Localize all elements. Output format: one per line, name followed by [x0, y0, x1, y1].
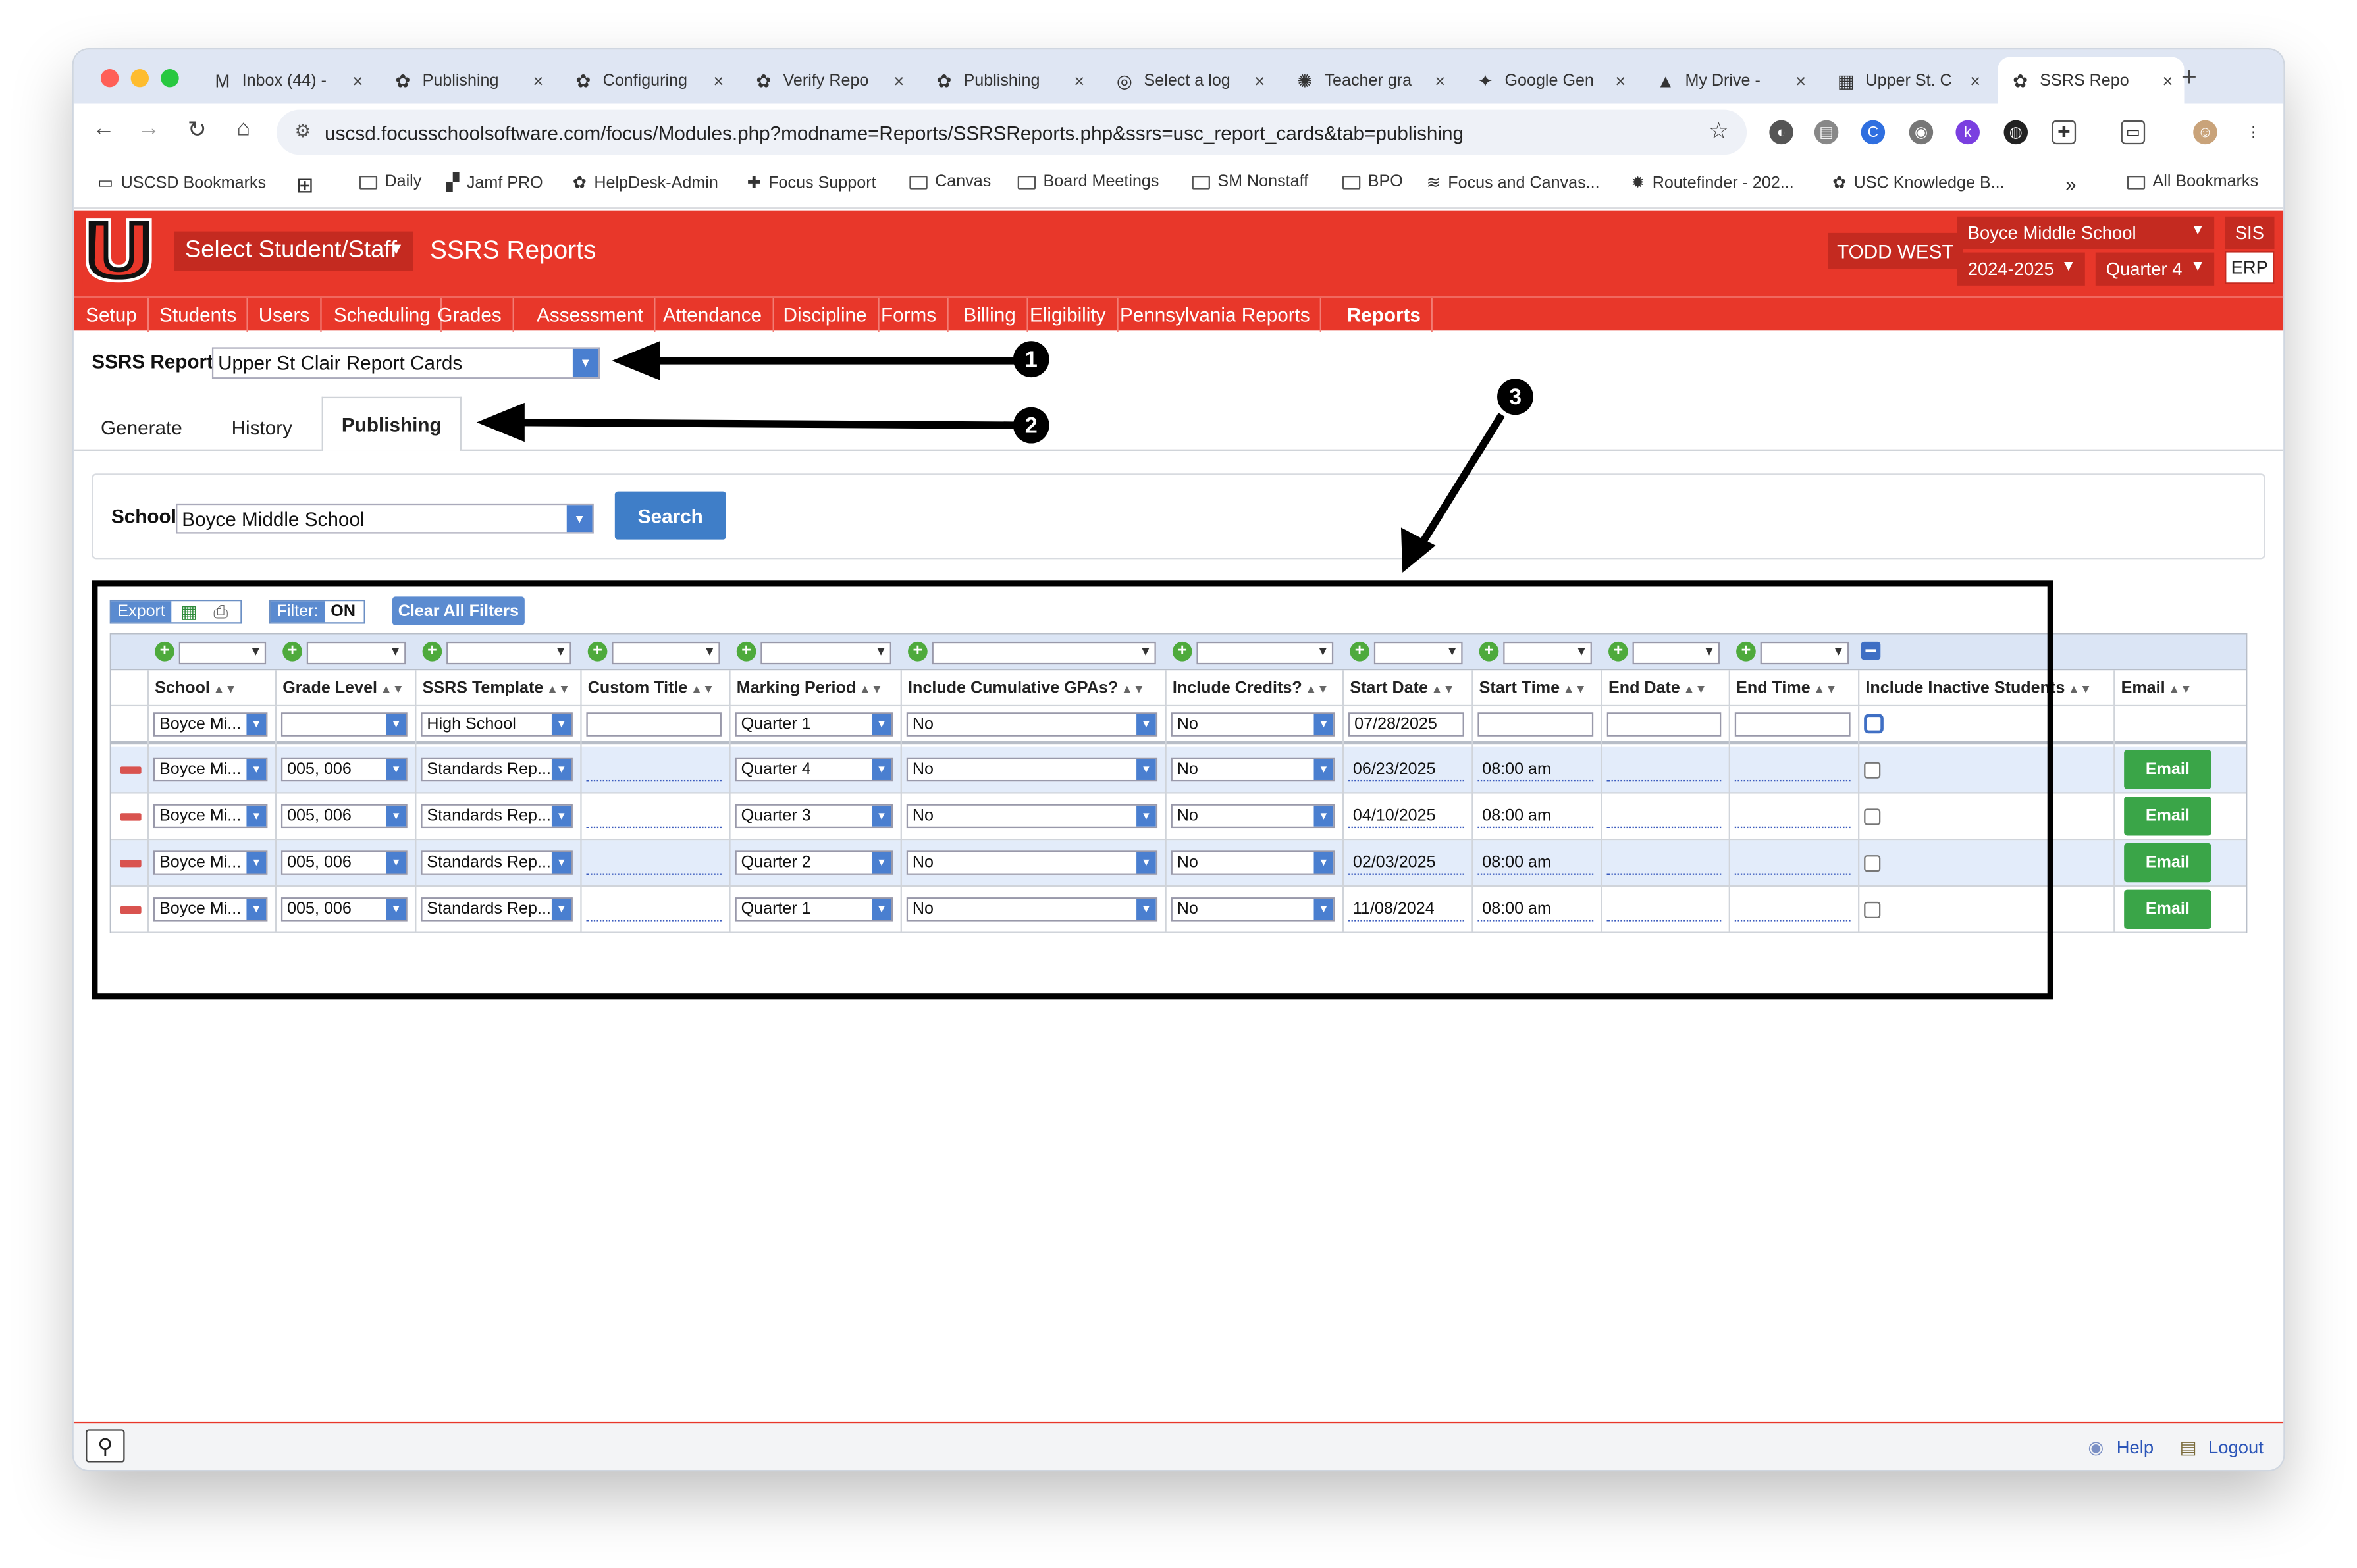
svg-text:3: 3 [1509, 384, 1522, 409]
footer-bar: ⚲ ◉ Help ▤ Logout [73, 1421, 2284, 1470]
annotation-arrows: 1 2 3 [476, 341, 1533, 573]
svg-text:1: 1 [1025, 347, 1038, 372]
annotation-arrow-3 [1412, 413, 1505, 556]
search-icon[interactable]: ⚲ [86, 1429, 125, 1463]
logout-icon: ▤ [2179, 1436, 2197, 1458]
annotation-arrow-2 [500, 418, 1018, 429]
help-icon: ◉ [2088, 1436, 2104, 1458]
browser-window: M Inbox (44) - × ✿ Publishing × ✿ Configuring × ✿… [73, 49, 2284, 1470]
logout-link[interactable]: Logout [2208, 1437, 2264, 1458]
annotation-marker-1: 1 [1013, 341, 1049, 378]
annotation-marker-3: 3 [1497, 379, 1533, 415]
svg-text:2: 2 [1025, 413, 1038, 438]
help-link[interactable]: Help [2117, 1437, 2154, 1458]
annotation-marker-2: 2 [1013, 407, 1049, 444]
